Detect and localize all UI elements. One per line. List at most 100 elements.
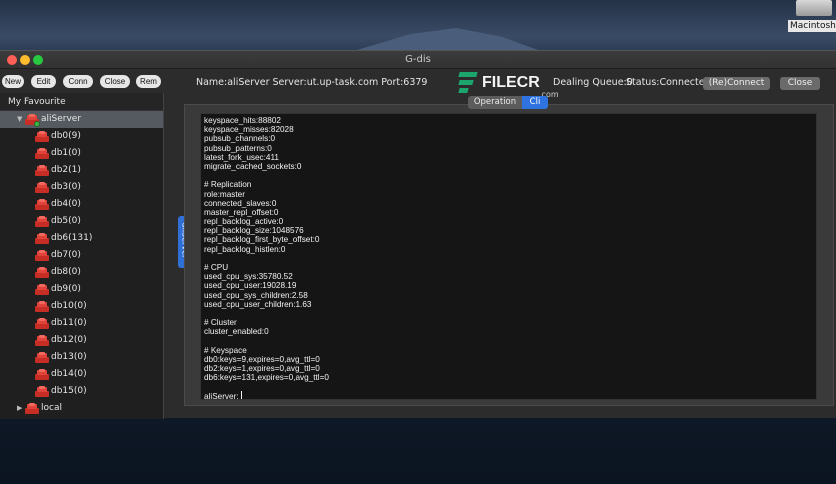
redis-db-icon: [35, 386, 49, 397]
console-line: repl_backlog_size:1048576: [204, 226, 304, 236]
tree-db-item[interactable]: db15(0): [0, 383, 163, 400]
window-title: G-dis: [405, 54, 431, 65]
tree-db-item[interactable]: db6(131): [0, 230, 163, 247]
console-line: repl_backlog_histlen:0: [204, 244, 286, 254]
close-button[interactable]: Close: [100, 75, 130, 88]
connection-status: Status:Connected: [626, 77, 711, 88]
console-line: db0:keys=9,expires=0,avg_ttl=0: [204, 354, 320, 364]
console-line: cluster_enabled:0: [204, 327, 269, 337]
console-output: keyspace_hits:88802 keyspace_misses:82028…: [204, 116, 329, 382]
tree-db-item[interactable]: db10(0): [0, 298, 163, 315]
console-line: connected_slaves:0: [204, 198, 277, 208]
redis-db-icon: [35, 131, 49, 142]
disclosure-open-icon[interactable]: ▼: [17, 111, 25, 128]
console-line: latest_fork_usec:411: [204, 152, 279, 162]
tree-item-label: db9(0): [51, 284, 81, 294]
cli-console[interactable]: keyspace_hits:88802 keyspace_misses:82028…: [200, 113, 817, 400]
console-line: db2:keys=1,expires=0,avg_ttl=0: [204, 364, 320, 374]
redis-db-icon: [35, 148, 49, 159]
tree-db-item[interactable]: db4(0): [0, 196, 163, 213]
tree-db-item[interactable]: db5(0): [0, 213, 163, 230]
connection-info: Name:aliServer Server:ut.up-task.com Por…: [196, 77, 428, 88]
tree-db-item[interactable]: db3(0): [0, 179, 163, 196]
conn-button[interactable]: Conn: [63, 75, 93, 88]
drive-label: Macintosh H: [788, 20, 836, 32]
console-line: # CPU: [204, 263, 229, 272]
tree-db-item[interactable]: db14(0): [0, 366, 163, 383]
filecr-logo-icon: [458, 72, 479, 96]
console-line: role:master: [204, 189, 245, 199]
console-line: db6:keys=131,expires=0,avg_ttl=0: [204, 373, 329, 383]
dealing-queue: Dealing Queue:0: [553, 77, 633, 88]
console-line: used_cpu_sys_children:2.58: [204, 290, 308, 300]
redis-db-icon: [35, 369, 49, 380]
redis-db-icon: [35, 233, 49, 244]
text-caret: [240, 391, 242, 399]
edit-button[interactable]: Edit: [31, 75, 56, 88]
tree-db-item[interactable]: db0(9): [0, 128, 163, 145]
redis-db-icon: [35, 301, 49, 312]
console-line: used_cpu_user_children:1.63: [204, 299, 312, 309]
desktop-drive[interactable]: Macintosh H: [786, 0, 836, 34]
console-line: # Replication: [204, 180, 252, 190]
tree-db-item[interactable]: db11(0): [0, 315, 163, 332]
tree-db-item[interactable]: db9(0): [0, 281, 163, 298]
redis-db-icon: [35, 182, 49, 193]
redis-db-icon: [35, 267, 49, 278]
console-line: # Cluster: [204, 318, 237, 328]
tree-db-item[interactable]: db12(0): [0, 332, 163, 349]
close-connection-button[interactable]: Close: [780, 77, 820, 90]
console-line: pubsub_channels:0: [204, 134, 276, 144]
title-bar[interactable]: G-dis: [0, 51, 836, 69]
tab-operation[interactable]: Operation: [468, 96, 522, 109]
watermark-text: FILECR: [482, 74, 540, 91]
redis-db-icon: [25, 403, 39, 414]
tree-item-label: db3(0): [51, 182, 81, 192]
tree-db-item[interactable]: db13(0): [0, 349, 163, 366]
redis-db-icon: [35, 199, 49, 210]
tab-cli[interactable]: Cli: [522, 96, 548, 109]
reconnect-button[interactable]: (Re)Connect: [703, 77, 770, 90]
console-line: pubsub_patterns:0: [204, 143, 272, 153]
tree-db-item[interactable]: db7(0): [0, 247, 163, 264]
console-line: master_repl_offset:0: [204, 207, 279, 217]
tree-item-label: local: [41, 403, 62, 413]
favourites-header: My Favourite: [0, 93, 163, 111]
tree-item-label: db8(0): [51, 267, 81, 277]
redis-db-icon: [25, 114, 40, 127]
tree-server-local[interactable]: ▶ local: [0, 400, 163, 417]
redis-db-icon: [35, 165, 49, 176]
redis-db-icon: [35, 284, 49, 295]
disclosure-closed-icon[interactable]: ▶: [17, 400, 25, 417]
hard-drive-icon: [796, 0, 832, 16]
tree-item-label: db6(131): [51, 233, 93, 243]
console-line: keyspace_misses:82028: [204, 125, 294, 135]
tree-server-aliserver[interactable]: ▼ aliServer: [0, 111, 163, 128]
console-line: repl_backlog_first_byte_offset:0: [204, 235, 320, 245]
tree-item-label: db11(0): [51, 318, 87, 328]
tree-db-item[interactable]: db2(1): [0, 162, 163, 179]
tree-db-item[interactable]: db8(0): [0, 264, 163, 281]
tree-item-label: db4(0): [51, 199, 81, 209]
tree-db-item[interactable]: db1(0): [0, 145, 163, 162]
new-button[interactable]: New: [2, 75, 24, 88]
redis-db-icon: [35, 318, 49, 329]
console-line: migrate_cached_sockets:0: [204, 161, 302, 171]
redis-db-icon: [35, 216, 49, 227]
rem-button[interactable]: Rem: [136, 75, 161, 88]
cli-prompt[interactable]: aliServer:: [204, 391, 242, 399]
desktop-bottom: [0, 418, 836, 484]
tree-item-label: db5(0): [51, 216, 81, 226]
connected-badge-icon: [34, 121, 40, 127]
console-line: # Keyspace: [204, 345, 247, 355]
console-line: used_cpu_sys:35780.52: [204, 272, 293, 282]
tree-item-label: db14(0): [51, 369, 87, 379]
console-line: keyspace_hits:88802: [204, 116, 281, 125]
tree-item-label: db1(0): [51, 148, 81, 158]
tree-item-label: db2(1): [51, 165, 81, 175]
tree-item-label: db0(9): [51, 131, 81, 141]
